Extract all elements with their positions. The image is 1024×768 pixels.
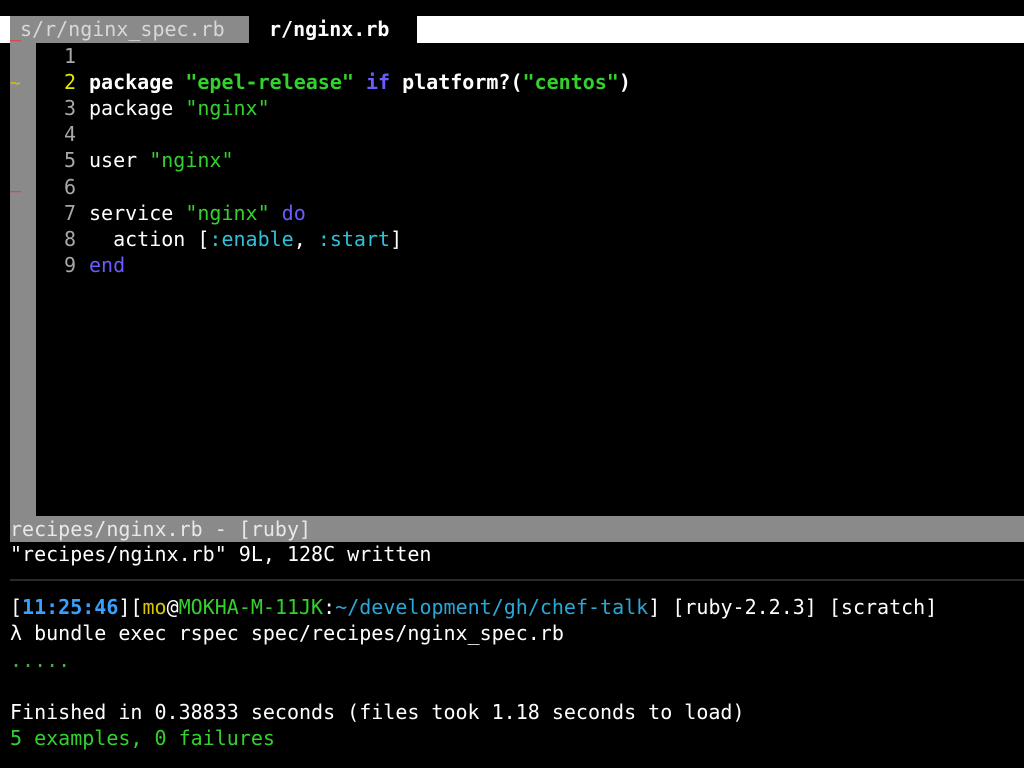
code-string: "epel-release"	[185, 70, 354, 94]
code-line-9[interactable]: end	[89, 252, 125, 278]
rspec-progress: .....	[10, 648, 71, 672]
code-symbol: :enable	[209, 227, 294, 251]
rspec-summary: 5 examples, 0 failures	[10, 726, 275, 750]
code-token: action [	[89, 227, 210, 251]
code-string: "nginx"	[185, 96, 270, 120]
pane-divider	[10, 579, 1024, 581]
code-token: package	[89, 96, 186, 120]
shell-prompt: [11:25:46][mo@MOKHA-M-11JK:~/development…	[10, 594, 937, 620]
code-token: ]	[390, 227, 403, 251]
code-line-2[interactable]: package "epel-release" if platform?("cen…	[89, 69, 631, 95]
shell-command[interactable]: λ bundle exec rspec spec/recipes/nginx_s…	[10, 620, 564, 646]
line-number: 6	[63, 175, 76, 199]
code-line-5[interactable]: user "nginx"	[89, 147, 234, 173]
rspec-finished-line: Finished in 0.38833 seconds (files took …	[10, 700, 745, 724]
prompt-git-branch: [scratch]	[816, 595, 938, 619]
line-number: 4	[63, 122, 76, 146]
line-number-current: 2	[63, 70, 76, 94]
line-number: 1	[63, 44, 76, 68]
code-token: user	[89, 148, 150, 172]
prompt-time: 11:25:46	[22, 595, 119, 619]
tab-nginx-recipe-active[interactable]: r/nginx.rb	[259, 16, 417, 43]
code-token: service	[89, 201, 186, 225]
prompt-bracket: ]	[648, 595, 661, 619]
prompt-at: @	[166, 595, 179, 619]
prompt-cwd: ~/development/gh/chef-talk	[335, 595, 649, 619]
code-token: package	[89, 70, 186, 94]
sign-column	[10, 43, 36, 516]
git-removed-sign: ‾	[10, 189, 21, 210]
status-line: recipes/nginx.rb - [ruby]	[10, 516, 1024, 542]
prompt-user: mo	[142, 595, 167, 619]
prompt-bracket: [	[10, 595, 23, 619]
code-line-3[interactable]: package "nginx"	[89, 95, 270, 121]
line-number: 3	[63, 96, 76, 120]
code-string: "centos"	[522, 70, 619, 94]
tab-separator	[249, 16, 259, 43]
code-line-7[interactable]: service "nginx" do	[89, 200, 306, 226]
code-line-8[interactable]: action [:enable, :start]	[89, 226, 402, 252]
tab-line: s/r/nginx_spec.rb r/nginx.rb	[0, 16, 1024, 43]
line-number: 9	[63, 253, 76, 277]
code-keyword: end	[89, 253, 126, 277]
code-string: "nginx"	[185, 201, 270, 225]
code-symbol: :start	[317, 227, 391, 251]
prompt-host: MOKHA-M-11JK	[178, 595, 324, 619]
line-number: 5	[63, 148, 76, 172]
git-removed-sign: ‾	[10, 38, 21, 59]
code-token: platform?(	[402, 70, 523, 94]
prompt-colon: :	[323, 595, 336, 619]
code-string: "nginx"	[149, 148, 234, 172]
tab-nginx-spec[interactable]: s/r/nginx_spec.rb	[10, 16, 259, 43]
prompt-ruby-version: [ruby-2.2.3]	[660, 595, 817, 619]
git-changed-sign: ~	[10, 73, 21, 94]
line-number: 8	[63, 227, 76, 251]
command-message: "recipes/nginx.rb" 9L, 128C written	[10, 542, 432, 566]
editor-left-margin	[0, 43, 10, 516]
line-number: 7	[63, 201, 76, 225]
code-keyword: do	[269, 201, 306, 225]
code-token: )	[618, 70, 631, 94]
prompt-bracket: ][	[118, 595, 143, 619]
code-keyword: if	[353, 70, 403, 94]
code-token: ,	[293, 227, 318, 251]
